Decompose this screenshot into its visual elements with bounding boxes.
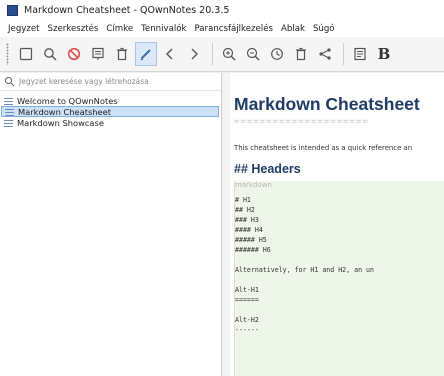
menu-bar: Jegyzet Szerkesztés Címke Tennivalók Par… xyxy=(0,20,444,37)
edit-pencil-icon xyxy=(140,49,151,61)
share-icon xyxy=(319,48,331,60)
trash-note-button[interactable] xyxy=(290,42,312,66)
code-line: ### H3 xyxy=(235,216,259,224)
code-line: # H1 xyxy=(235,196,251,204)
menu-tennivalok[interactable]: Tennivalók xyxy=(137,24,190,34)
forward-icon xyxy=(191,48,198,60)
share-button[interactable] xyxy=(314,42,336,66)
note-item-label: Markdown Cheatsheet xyxy=(18,106,112,117)
note-search-bar[interactable]: Jegyzet keresése vagy létrehozása xyxy=(0,73,221,91)
window-title: Markdown Cheatsheet - QOwnNotes 20.3.5 xyxy=(24,4,230,16)
note-icon xyxy=(4,96,13,105)
menu-cimke[interactable]: Címke xyxy=(102,24,137,34)
heading-1: Markdown Cheatsheet xyxy=(234,94,420,114)
code-line: ====== xyxy=(235,296,259,304)
note-icon xyxy=(4,118,13,127)
zoom-out-icon xyxy=(246,47,260,61)
trash-icon xyxy=(296,47,306,61)
zoom-out-button[interactable] xyxy=(242,42,264,66)
outline-icon xyxy=(354,47,366,61)
menu-szerkesztes[interactable]: Szerkesztés xyxy=(44,24,103,34)
note-icon xyxy=(5,107,14,116)
editor-gutter xyxy=(223,73,230,376)
code-line: #### H4 xyxy=(235,226,263,234)
menu-sugo[interactable]: Súgó xyxy=(309,24,339,34)
heading-2: ## Headers xyxy=(234,162,301,176)
new-note-icon xyxy=(19,47,33,61)
trash-icon xyxy=(117,47,127,61)
bold-button[interactable]: B xyxy=(373,42,395,66)
note-list: Welcome to QOwnNotes Markdown Cheatsheet… xyxy=(0,91,221,128)
code-line: Alt-H2 xyxy=(235,316,259,324)
back-button[interactable] xyxy=(159,42,181,66)
outline-button[interactable] xyxy=(349,42,371,66)
code-language-label: markdown xyxy=(235,181,272,189)
bold-icon: B xyxy=(377,45,391,63)
search-icon xyxy=(4,76,15,87)
zoom-in-icon xyxy=(222,47,236,61)
note-item-label: Markdown Showcase xyxy=(17,117,104,128)
back-icon xyxy=(166,48,173,60)
note-item-showcase[interactable]: Markdown Showcase xyxy=(0,117,221,128)
intro-paragraph: This cheatsheet is intended as a quick r… xyxy=(234,144,413,152)
archive-button[interactable] xyxy=(87,42,109,66)
note-editor[interactable]: Markdown Cheatsheet ====================… xyxy=(223,73,444,376)
code-line: ------ xyxy=(235,326,259,334)
code-line: ## H2 xyxy=(235,206,255,214)
search-icon xyxy=(44,48,57,61)
clock-icon xyxy=(271,48,283,60)
edit-mode-button[interactable] xyxy=(135,42,157,66)
menu-jegyzet[interactable]: Jegyzet xyxy=(4,24,44,34)
archive-icon xyxy=(92,47,104,60)
history-button[interactable] xyxy=(266,42,288,66)
menu-parancsfajlkezeles[interactable]: Parancsfájlkezelés xyxy=(190,24,277,34)
toolbar-separator xyxy=(212,43,213,65)
note-item-label: Welcome to QOwnNotes xyxy=(17,95,118,106)
code-line: Alt-H1 xyxy=(235,286,259,294)
toolbar: B xyxy=(0,37,444,72)
trash-button[interactable] xyxy=(111,42,133,66)
delete-icon xyxy=(67,47,81,61)
zoom-in-button[interactable] xyxy=(218,42,240,66)
search-input[interactable]: Jegyzet keresése vagy létrehozása xyxy=(19,77,149,86)
code-block: markdown # H1 ## H2 ### H3 #### H4 #####… xyxy=(234,181,444,376)
note-item-welcome[interactable]: Welcome to QOwnNotes xyxy=(0,95,221,106)
forward-button[interactable] xyxy=(183,42,205,66)
note-list-panel: Jegyzet keresése vagy létrehozása Welcom… xyxy=(0,73,222,376)
search-button[interactable] xyxy=(39,42,61,66)
remove-button[interactable] xyxy=(63,42,85,66)
code-line: ##### H5 xyxy=(235,236,267,244)
new-note-button[interactable] xyxy=(15,42,37,66)
app-icon xyxy=(7,4,18,16)
heading-1-underline: ===================== xyxy=(234,117,369,127)
title-bar: Markdown Cheatsheet - QOwnNotes 20.3.5 xyxy=(0,0,444,20)
toolbar-separator xyxy=(343,43,344,65)
note-item-cheatsheet[interactable]: Markdown Cheatsheet xyxy=(1,106,219,117)
toolbar-grip[interactable] xyxy=(6,43,9,65)
menu-ablak[interactable]: Ablak xyxy=(277,24,309,34)
code-line: Alternatively, for H1 and H2, an un xyxy=(235,266,374,274)
code-line: ###### H6 xyxy=(235,246,271,254)
